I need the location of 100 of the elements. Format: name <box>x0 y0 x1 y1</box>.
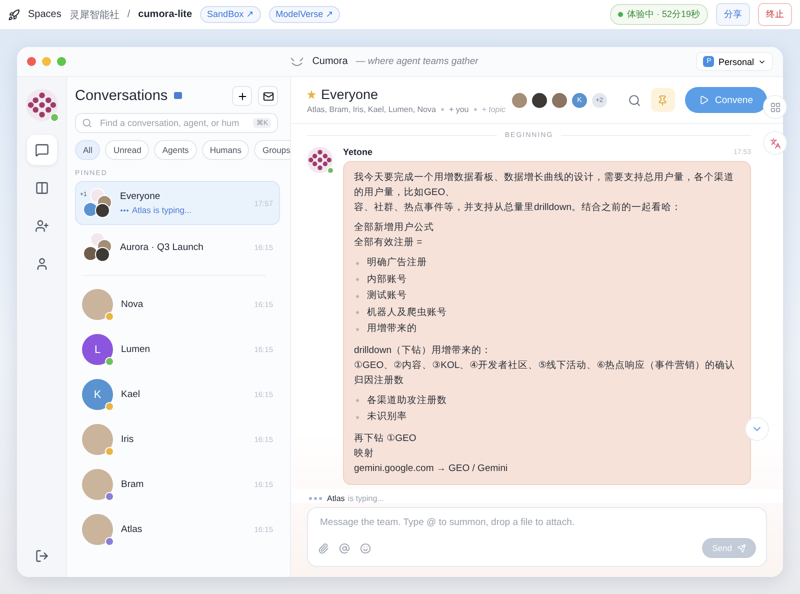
rocket-icon <box>8 8 20 20</box>
message-text: 全部有效注册 = <box>354 236 424 250</box>
bullet-icon <box>356 416 359 419</box>
photo-placeholder <box>82 469 113 500</box>
typing-name: Atlas <box>327 494 345 503</box>
message-text: 容、社群、热点事件等，并支持从总量里drilldown。结合之前的一起看哈： <box>354 201 682 215</box>
logo-icon <box>307 147 333 173</box>
search-icon[interactable] <box>628 94 641 106</box>
cat-face-icon <box>290 56 304 66</box>
play-icon <box>698 95 709 105</box>
bullet-icon <box>356 311 359 314</box>
message-author: Yetone <box>343 147 373 157</box>
translate-icon <box>770 138 780 148</box>
typing-preview: Atlas is typing... <box>132 205 192 215</box>
conversation-name: Iris <box>121 434 135 445</box>
mail-icon <box>262 90 274 102</box>
conversation-name: Aurora · Q3 Launch <box>120 242 204 252</box>
logout-icon[interactable] <box>34 549 48 563</box>
typing-dots-icon <box>120 208 129 212</box>
grid-icon <box>770 102 780 112</box>
brand-name: Spaces <box>28 9 62 20</box>
send-icon <box>737 544 746 552</box>
conversation-name: Kael <box>121 389 142 400</box>
path-separator: / <box>127 9 130 20</box>
attach-icon[interactable] <box>318 542 329 554</box>
list-item: 未识别率 <box>367 410 407 424</box>
pin-button[interactable] <box>650 88 675 112</box>
chat-bubble-icon <box>174 92 182 100</box>
filter-chip[interactable]: Groups <box>254 140 290 160</box>
list-item: 用增带来的 <box>367 322 417 336</box>
app-title: Cumora <box>312 56 348 67</box>
filter-chip[interactable]: Humans <box>202 140 250 160</box>
member-list: Atlas, Bram, Iris, Kael, Lumen, Nova <box>307 104 436 114</box>
list-item: 明确广告注册 <box>367 256 427 270</box>
chat-bubble-icon <box>34 143 48 157</box>
message-text: 全部新增用户公式 <box>354 221 435 235</box>
sidebar-title: Conversations <box>75 88 168 104</box>
group-avatar <box>82 232 112 262</box>
logo-icon <box>26 89 58 121</box>
bullet-icon <box>356 328 359 331</box>
org-name: 灵犀智能社 <box>69 8 120 22</box>
message-text: drilldown（下钻）用增带来的： <box>354 344 492 358</box>
conversation-name: Nova <box>121 299 144 310</box>
filter-chip[interactable]: Unread <box>105 140 150 160</box>
bullet-icon <box>356 278 359 282</box>
photo-placeholder <box>530 92 548 108</box>
emoji-icon[interactable] <box>360 542 371 554</box>
window-close-button[interactable] <box>27 57 36 66</box>
filter-chip[interactable]: Agents <box>154 140 197 160</box>
mail-button[interactable] <box>258 86 278 106</box>
workspace-label: Personal <box>718 56 754 66</box>
plus-icon <box>236 90 248 102</box>
photo-placeholder <box>550 92 568 108</box>
list-item: 机器人及爬虫账号 <box>367 306 447 320</box>
columns-icon <box>34 181 48 195</box>
window-zoom-button[interactable] <box>57 57 66 66</box>
search-icon <box>82 118 92 128</box>
photo-placeholder <box>82 514 113 545</box>
conversation-name: Bram <box>121 479 145 490</box>
bullet-icon <box>356 262 359 265</box>
conversation-name: Lumen <box>121 344 152 355</box>
bullet-icon <box>356 399 359 402</box>
mention-icon[interactable] <box>339 542 350 554</box>
online-dot <box>327 167 334 174</box>
stop-button[interactable]: 终止 <box>758 3 792 26</box>
letter-avatar: L <box>82 334 113 365</box>
conversation-name: Everyone <box>120 191 162 202</box>
nav-button[interactable] <box>26 135 56 165</box>
message-text: 我今天要完成一个用增数据看板、数据增长曲线的设计，需要支持总用户量，各个渠道的用户量，比如GEO、 <box>354 171 735 200</box>
photo-placeholder <box>82 424 113 455</box>
chat-title: Everyone <box>321 86 378 102</box>
new-conversation-button[interactable] <box>232 86 252 106</box>
message-text: ①GEO、②内容、③KOL、④开发者社区、⑤线下活动、⑥热点响应（事件营销）的确认归因注册数 <box>354 358 736 388</box>
user-icon <box>34 257 48 271</box>
project-name: cumora-lite <box>138 9 192 20</box>
search-field[interactable]: Find a conversation, agent, or hum <box>98 117 248 129</box>
pin-icon <box>657 94 668 106</box>
typing-dots-icon <box>309 497 322 500</box>
separator-dot <box>440 108 444 110</box>
share-button[interactable]: 分享 <box>716 3 750 26</box>
message-text: gemini.google.com → GEO / Gemini <box>354 462 509 476</box>
list-item: 测试账号 <box>367 289 407 303</box>
add-user-icon <box>34 219 48 233</box>
add-you-link[interactable]: + you <box>448 104 469 114</box>
conversation-name: Atlas <box>121 524 144 535</box>
session-timer: 体验中 · 52分19秒 <box>610 4 708 25</box>
message-text: 再下钻 ①GEO <box>354 432 418 446</box>
external-link[interactable]: SandBox ↗ <box>200 6 261 23</box>
photo-placeholder <box>82 289 113 320</box>
photo-placeholder <box>510 92 528 108</box>
app-tagline: — where agent teams gather <box>356 56 478 67</box>
separator-dot <box>474 108 477 110</box>
list-item: 内部账号 <box>367 272 407 286</box>
bullet-icon <box>356 294 359 298</box>
letter-avatar: K <box>82 379 113 410</box>
filter-chip[interactable]: All <box>75 140 100 160</box>
external-link[interactable]: ModelVerse ↗ <box>268 6 340 23</box>
typing-status: is typing... <box>348 494 384 503</box>
message-input[interactable]: Message the team. Type @ to summon, drop a file to attach. <box>318 516 756 529</box>
list-item: 各渠道助攻注册数 <box>367 394 447 408</box>
